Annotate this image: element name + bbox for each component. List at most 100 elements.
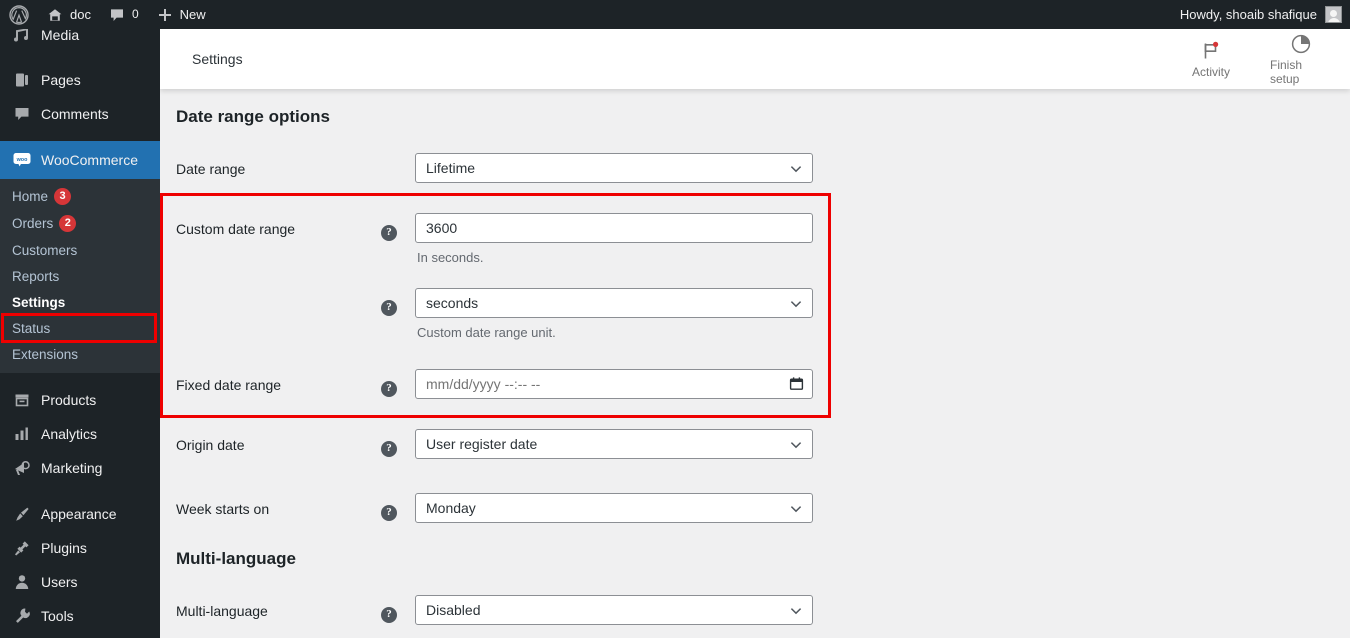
field-control-date-range	[415, 153, 813, 183]
field-control-fixed-date-range	[415, 369, 813, 399]
media-icon	[12, 29, 32, 45]
field-label-week-starts-on: Week starts on	[176, 493, 381, 517]
field-control-custom-date-range: In seconds.	[415, 213, 813, 265]
field-help-custom-date-range-unit[interactable]: ?	[381, 288, 415, 316]
home-icon	[47, 7, 63, 23]
submenu-badge-orders: 2	[59, 215, 76, 232]
sidebar-item-label: Marketing	[41, 460, 102, 476]
help-question-icon: ?	[381, 381, 397, 397]
sidebar-item-label: WooCommerce	[41, 152, 138, 168]
sidebar-item-users[interactable]: Users	[0, 565, 160, 599]
pie-progress-icon	[1290, 32, 1312, 56]
main-content-area: Settings Activity Finish setup Date rang…	[160, 29, 1350, 638]
submenu-item-label: Customers	[12, 243, 77, 258]
sidebar-item-plugins[interactable]: Plugins	[0, 531, 160, 565]
plus-icon	[157, 7, 173, 23]
field-help-week-starts-on[interactable]: ?	[381, 493, 415, 521]
field-help-multi-language[interactable]: ?	[381, 595, 415, 623]
admin-bar: doc 0 New Howdy, shoaib shafique	[0, 0, 1350, 29]
flag-with-notification-icon	[1200, 39, 1222, 63]
pages-icon	[12, 70, 32, 90]
submenu-item-settings[interactable]: Settings	[0, 289, 160, 315]
field-help-placeholder	[381, 153, 415, 162]
sidebar-item-label: Media	[41, 29, 79, 43]
settings-form: Date range options Date range Custom dat…	[160, 89, 1350, 625]
user-icon	[12, 572, 32, 592]
field-label-custom-date-range-unit	[176, 288, 381, 296]
products-icon	[12, 390, 32, 410]
custom-date-range-input[interactable]	[415, 213, 813, 243]
field-help-custom-date-range[interactable]: ?	[381, 213, 415, 241]
sidebar-item-media[interactable]: Media	[0, 29, 160, 52]
date-range-select[interactable]	[415, 153, 813, 183]
site-name-button[interactable]: doc	[38, 0, 100, 29]
submenu-item-customers[interactable]: Customers	[0, 237, 160, 263]
analytics-bars-icon	[12, 424, 32, 444]
sidebar-item-label: Plugins	[41, 540, 87, 556]
sidebar-item-appearance[interactable]: Appearance	[0, 497, 160, 531]
sidebar-item-comments[interactable]: Comments	[0, 97, 160, 131]
field-row-custom-date-range: Custom date range ? In seconds.	[160, 185, 1350, 265]
origin-date-select[interactable]	[415, 429, 813, 459]
activity-label: Activity	[1192, 65, 1230, 79]
sidebar-item-pages[interactable]: Pages	[0, 63, 160, 97]
finish-setup-label: Finish setup	[1270, 58, 1332, 86]
field-description-custom-date-range-unit: Custom date range unit.	[415, 318, 813, 340]
sidebar-item-label: Tools	[41, 608, 74, 624]
admin-sidebar-menu: Media Pages Comments woo WooCommerce Hom…	[0, 29, 160, 638]
submenu-item-label: Orders	[12, 216, 53, 231]
submenu-item-label: Home	[12, 189, 48, 204]
sidebar-item-label: Users	[41, 574, 78, 590]
help-question-icon: ?	[381, 441, 397, 457]
sidebar-item-woocommerce[interactable]: woo WooCommerce	[0, 141, 160, 179]
new-content-label: New	[180, 0, 206, 29]
field-row-week-starts-on: Week starts on ?	[160, 459, 1350, 523]
field-row-origin-date: Origin date ?	[160, 399, 1350, 459]
woocommerce-icon: woo	[12, 150, 32, 170]
sidebar-item-analytics[interactable]: Analytics	[0, 417, 160, 451]
sidebar-item-label: Analytics	[41, 426, 97, 442]
site-name-label: doc	[70, 0, 91, 29]
submenu-item-orders[interactable]: Orders 2	[0, 210, 160, 237]
megaphone-icon	[12, 458, 32, 478]
sidebar-item-label: Comments	[41, 106, 109, 122]
wordpress-logo-button[interactable]	[0, 0, 38, 29]
submenu-item-home[interactable]: Home 3	[0, 183, 160, 210]
sidebar-item-next-clipped[interactable]	[0, 633, 160, 638]
sidebar-item-tools[interactable]: Tools	[0, 599, 160, 633]
woocommerce-page-header: Settings Activity Finish setup	[160, 29, 1350, 89]
submenu-item-reports[interactable]: Reports	[0, 263, 160, 289]
field-row-multi-language: Multi-language ?	[160, 583, 1350, 625]
wrench-icon	[12, 606, 32, 626]
multi-language-select[interactable]	[415, 595, 813, 625]
comments-button[interactable]: 0	[100, 0, 148, 29]
submenu-item-status[interactable]: Status	[0, 315, 160, 341]
custom-date-range-unit-select[interactable]	[415, 288, 813, 318]
new-content-button[interactable]: New	[148, 0, 215, 29]
field-description-custom-date-range: In seconds.	[415, 243, 813, 265]
help-question-icon: ?	[381, 607, 397, 623]
section-title-multi-language: Multi-language	[160, 523, 1350, 583]
sidebar-item-products[interactable]: Products	[0, 383, 160, 417]
week-starts-on-select[interactable]	[415, 493, 813, 523]
avatar	[1325, 6, 1342, 23]
activity-button[interactable]: Activity	[1180, 39, 1242, 79]
wordpress-logo-icon	[9, 5, 29, 25]
submenu-item-label: Status	[12, 321, 50, 336]
svg-text:woo: woo	[16, 157, 28, 163]
page-title: Settings	[192, 51, 243, 67]
field-label-origin-date: Origin date	[176, 429, 381, 453]
field-help-fixed-date-range[interactable]: ?	[381, 369, 415, 397]
submenu-item-extensions[interactable]: Extensions	[0, 341, 160, 367]
sidebar-item-label: Appearance	[41, 506, 117, 522]
sidebar-item-label: Products	[41, 392, 96, 408]
fixed-date-range-input[interactable]	[415, 369, 813, 399]
section-title-date-range: Date range options	[160, 89, 1350, 143]
finish-setup-button[interactable]: Finish setup	[1270, 32, 1332, 86]
my-account-button[interactable]: Howdy, shoaib shafique	[1180, 0, 1350, 29]
sidebar-item-marketing[interactable]: Marketing	[0, 451, 160, 485]
field-label-date-range: Date range	[176, 153, 381, 177]
field-row-custom-date-range-unit: ? Custom date range unit.	[160, 265, 1350, 340]
field-help-origin-date[interactable]: ?	[381, 429, 415, 457]
field-label-custom-date-range: Custom date range	[176, 213, 381, 237]
